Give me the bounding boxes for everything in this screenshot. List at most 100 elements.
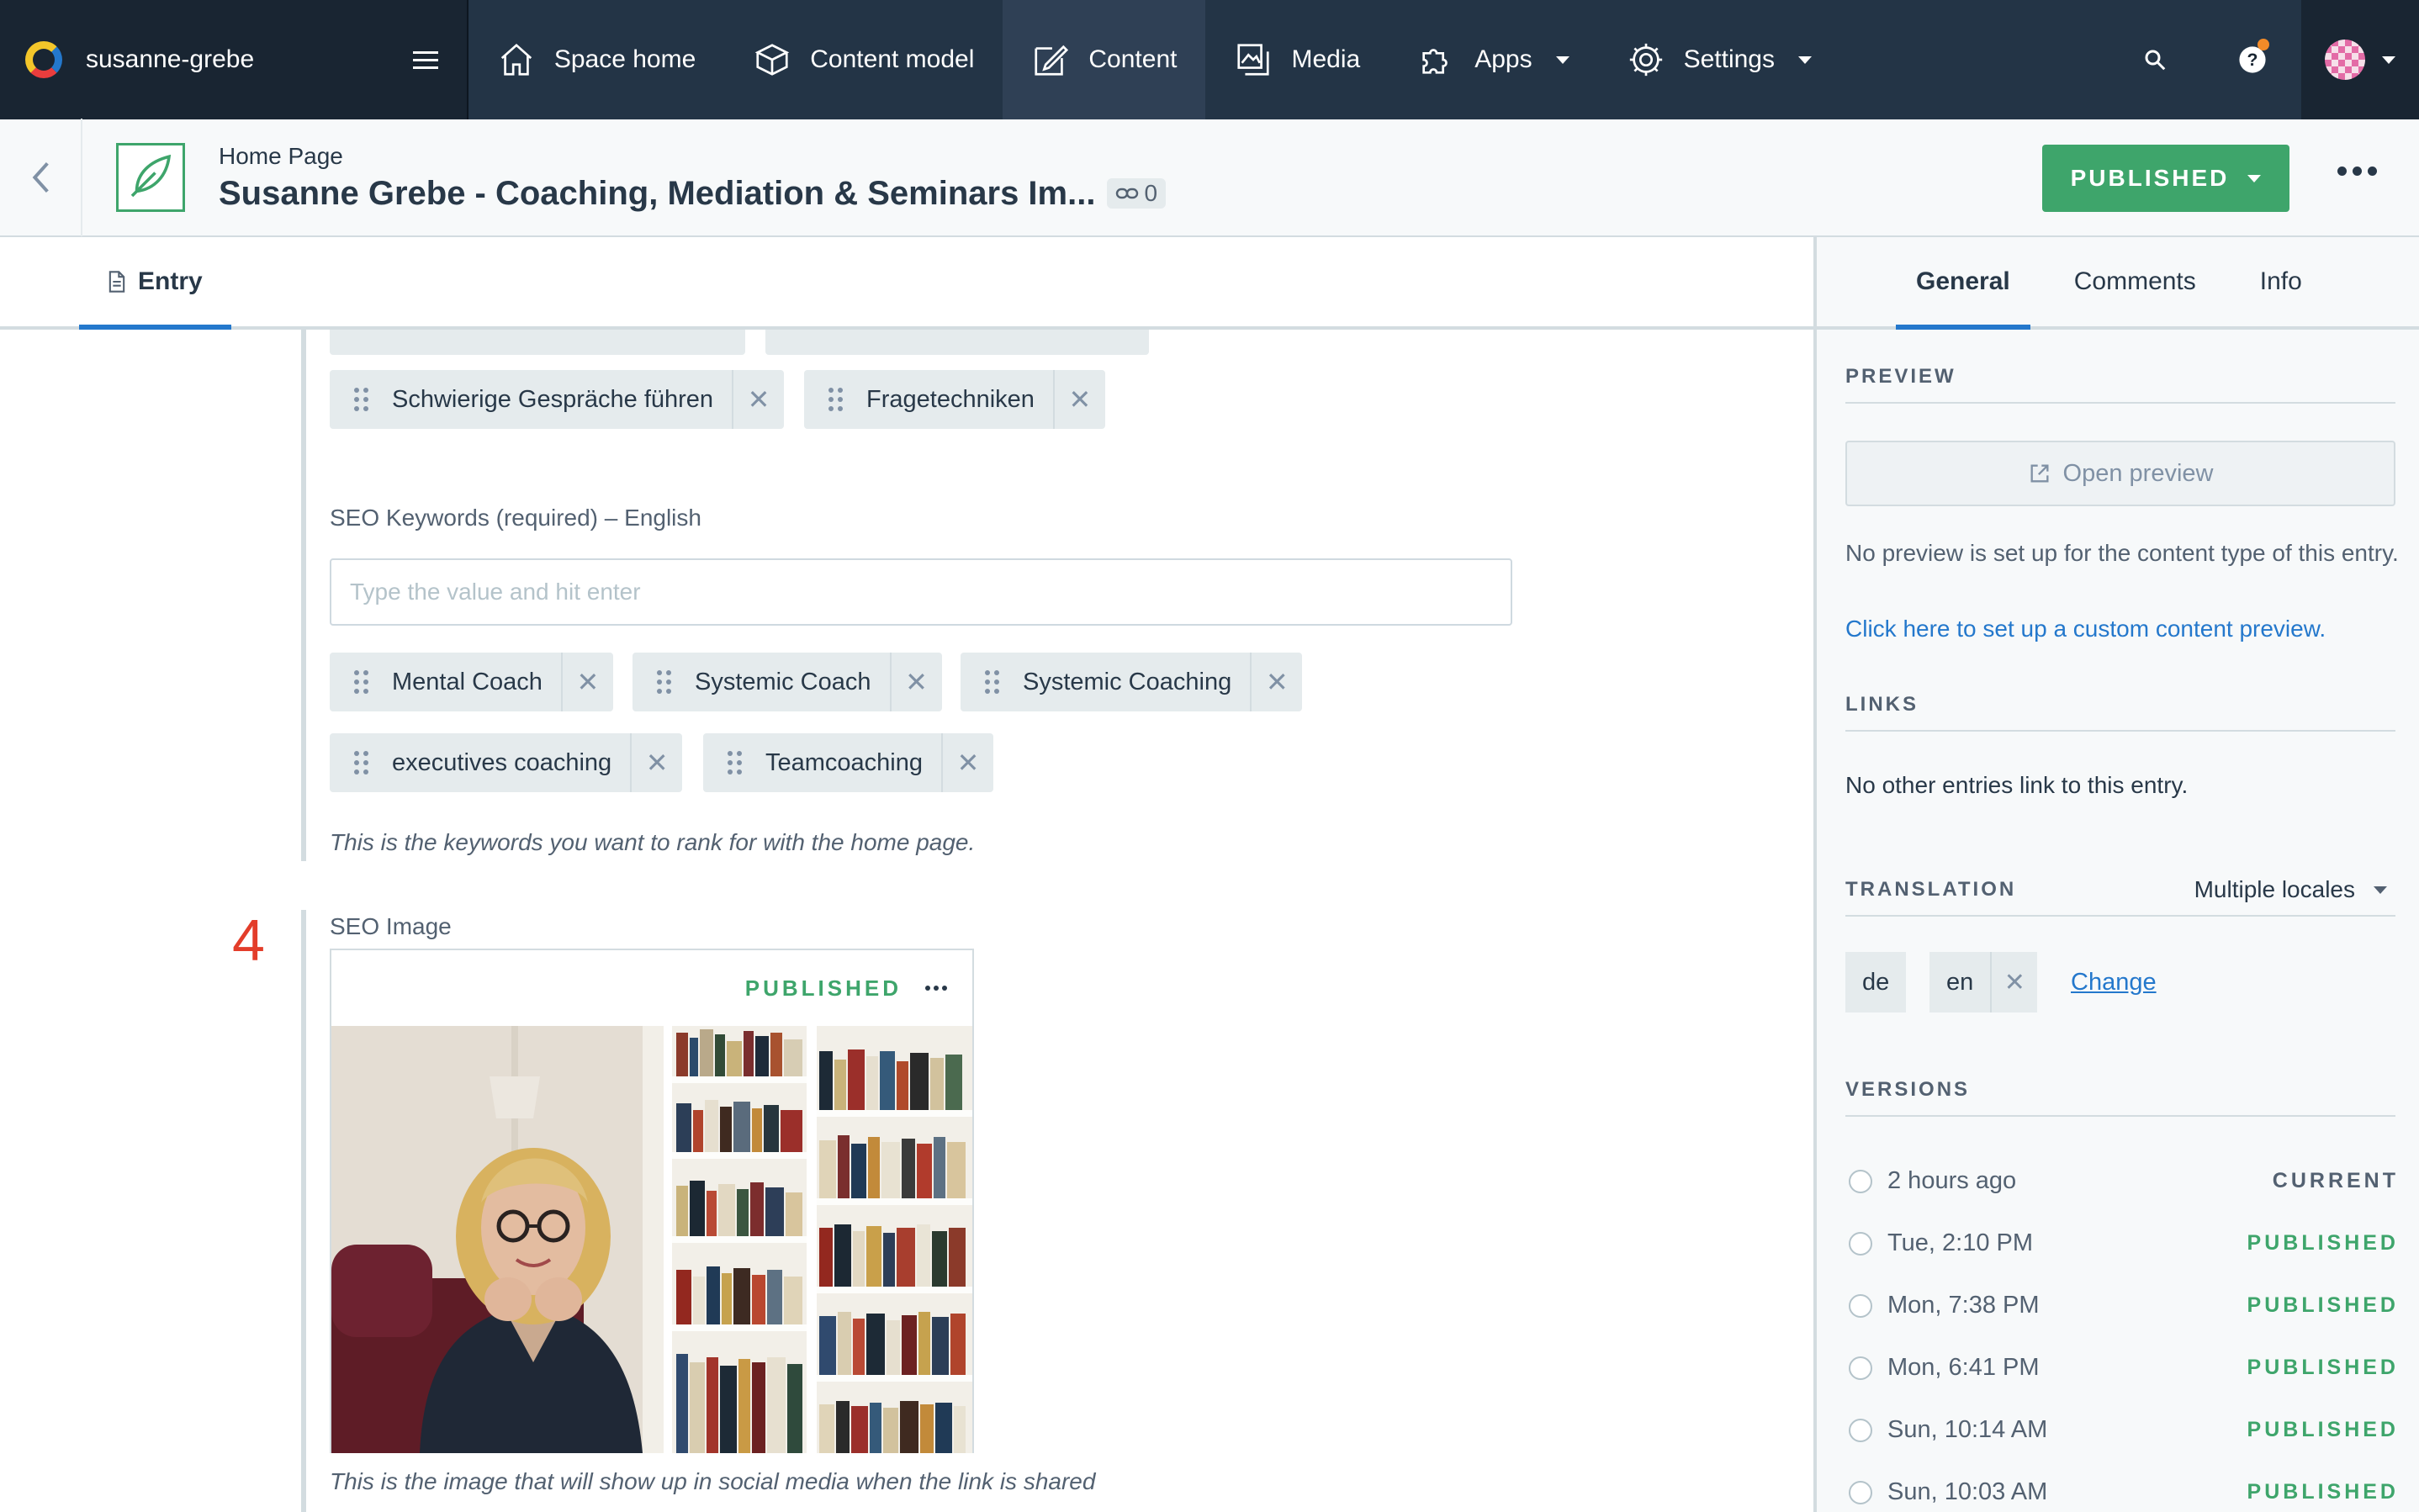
open-preview-label: Open preview (2062, 459, 2214, 487)
tab-entry[interactable]: Entry (79, 237, 231, 330)
space-selector[interactable]: susanne-grebe (0, 0, 468, 119)
main-nav: Space home Content model Content Media A… (468, 0, 2302, 119)
remove-keyword-icon[interactable]: ✕ (941, 733, 993, 792)
tab-label: Entry (138, 267, 203, 295)
version-radio[interactable] (1849, 1418, 1872, 1442)
status-publish-button[interactable]: PUBLISHED (2042, 145, 2289, 212)
hamburger-menu-icon[interactable] (412, 50, 438, 69)
drag-handle-icon[interactable] (330, 370, 392, 429)
version-radio[interactable] (1849, 1293, 1872, 1318)
drag-handle-icon[interactable] (703, 733, 765, 792)
entry-editor: Schwierige Gespräche führen ✕ Fragetechn… (0, 330, 1813, 1512)
entry-header: Home Page Susanne Grebe - Coaching, Medi… (0, 119, 2419, 237)
apps-icon (1422, 49, 1448, 74)
link-icon (1116, 188, 1139, 199)
remove-tag-icon[interactable]: ✕ (732, 370, 784, 429)
tag-pill-cutoff (330, 330, 745, 355)
tab-comments[interactable]: Comments (2054, 237, 2216, 326)
more-actions-button[interactable] (2337, 167, 2377, 176)
content-type-icon (116, 143, 185, 212)
drag-handle-icon[interactable] (633, 653, 695, 711)
gear-icon (1629, 43, 1662, 77)
chevron-down-icon (2374, 886, 2387, 894)
version-row[interactable]: Mon, 7:38 PM PUBLISHED (1849, 1292, 2399, 1319)
keyword-label: Teamcoaching (765, 748, 923, 776)
chevron-down-icon (2382, 56, 2396, 64)
seo-image-label: SEO Image (330, 913, 452, 939)
asset-image[interactable] (331, 1026, 972, 1453)
open-preview-button[interactable]: Open preview (1845, 441, 2395, 506)
drag-handle-icon[interactable] (804, 370, 866, 429)
external-link-icon (2030, 464, 2049, 483)
chevron-down-icon (1555, 56, 1569, 64)
remove-tag-icon[interactable]: ✕ (1052, 370, 1105, 429)
drag-handle-icon[interactable] (330, 733, 392, 792)
svg-text:?: ? (2247, 50, 2258, 70)
version-row[interactable]: Tue, 2:10 PM PUBLISHED (1849, 1229, 2399, 1257)
tag-label: Fragetechniken (866, 385, 1035, 413)
remove-keyword-icon[interactable]: ✕ (560, 653, 613, 711)
keyword-pill[interactable]: Mental Coach ✕ (330, 653, 613, 711)
tag-pill-cutoff (765, 330, 1149, 355)
nav-label: Content model (810, 45, 975, 73)
preview-heading: PREVIEW (1845, 365, 2395, 404)
nav-media[interactable]: Media (1205, 0, 1389, 119)
keyword-pill[interactable]: Systemic Coach ✕ (633, 653, 942, 711)
tag-pill[interactable]: Schwierige Gespräche führen ✕ (330, 370, 785, 429)
top-navigation: susanne-grebe Space home Content model C… (0, 0, 2419, 119)
nav-label: Apps (1474, 45, 1532, 73)
keyword-label: Systemic Coach (695, 668, 871, 695)
version-radio[interactable] (1849, 1480, 1872, 1504)
change-locales-link[interactable]: Change (2071, 969, 2157, 997)
content-type-name: Home Page (219, 142, 343, 169)
nav-apps[interactable]: Apps (1389, 0, 1597, 119)
remove-keyword-icon[interactable]: ✕ (630, 733, 682, 792)
version-status: CURRENT (2272, 1169, 2399, 1192)
asset-card[interactable]: PUBLISHED (330, 949, 974, 1453)
tab-info[interactable]: Info (2240, 237, 2322, 326)
chevron-left-icon (32, 161, 49, 193)
setup-preview-link[interactable]: Click here to set up a custom content pr… (1845, 616, 2326, 642)
version-time: Sun, 10:14 AM (1887, 1416, 2048, 1443)
version-row[interactable]: Mon, 6:41 PM PUBLISHED (1849, 1354, 2399, 1382)
version-radio[interactable] (1849, 1356, 1872, 1380)
locale-code: en (1946, 968, 1974, 996)
remove-keyword-icon[interactable]: ✕ (889, 653, 942, 711)
version-status: PUBLISHED (2247, 1293, 2399, 1317)
tag-pill[interactable]: Fragetechniken ✕ (804, 370, 1105, 429)
back-button[interactable] (0, 119, 82, 236)
sidebar-tabs: General Comments Info (1817, 237, 2419, 330)
notification-dot (2258, 39, 2270, 50)
nav-label: Media (1291, 45, 1361, 73)
nav-label: Content (1088, 45, 1178, 73)
drag-handle-icon[interactable] (330, 653, 392, 711)
account-menu[interactable] (2301, 0, 2419, 119)
tab-general[interactable]: General (1896, 237, 2030, 330)
remove-locale-icon[interactable]: ✕ (1990, 952, 2037, 1012)
asset-status-badge: PUBLISHED (744, 975, 902, 1001)
keyword-label: executives coaching (392, 748, 612, 776)
keyword-pill[interactable]: Systemic Coaching ✕ (961, 653, 1303, 711)
drag-handle-icon[interactable] (961, 653, 1023, 711)
nav-content[interactable]: Content (1003, 0, 1206, 119)
version-row[interactable]: 2 hours ago CURRENT (1849, 1167, 2399, 1195)
links-heading: LINKS (1845, 693, 2395, 732)
help-button[interactable]: ? (2204, 0, 2301, 119)
keyword-pill[interactable]: executives coaching ✕ (330, 733, 683, 792)
remove-keyword-icon[interactable]: ✕ (1250, 653, 1302, 711)
version-radio[interactable] (1849, 1169, 1872, 1193)
seo-keywords-input[interactable]: Type the value and hit enter (330, 558, 1512, 626)
keyword-pill[interactable]: Teamcoaching ✕ (703, 733, 993, 792)
search-button[interactable] (2106, 0, 2204, 119)
locale-code: de (1862, 968, 1890, 996)
entry-title: Susanne Grebe - Coaching, Mediation & Se… (219, 174, 1096, 212)
asset-more-icon[interactable] (925, 986, 947, 991)
version-row[interactable]: Sun, 10:14 AM PUBLISHED (1849, 1416, 2399, 1444)
nav-settings[interactable]: Settings (1598, 0, 1840, 119)
nav-content-model[interactable]: Content model (724, 0, 1003, 119)
incoming-links-badge[interactable]: 0 (1107, 178, 1167, 209)
nav-space-home[interactable]: Space home (468, 0, 724, 119)
version-radio[interactable] (1849, 1231, 1872, 1256)
version-row[interactable]: Sun, 10:03 AM PUBLISHED (1849, 1478, 2399, 1506)
locale-mode-select[interactable]: Multiple locales (2194, 876, 2387, 903)
